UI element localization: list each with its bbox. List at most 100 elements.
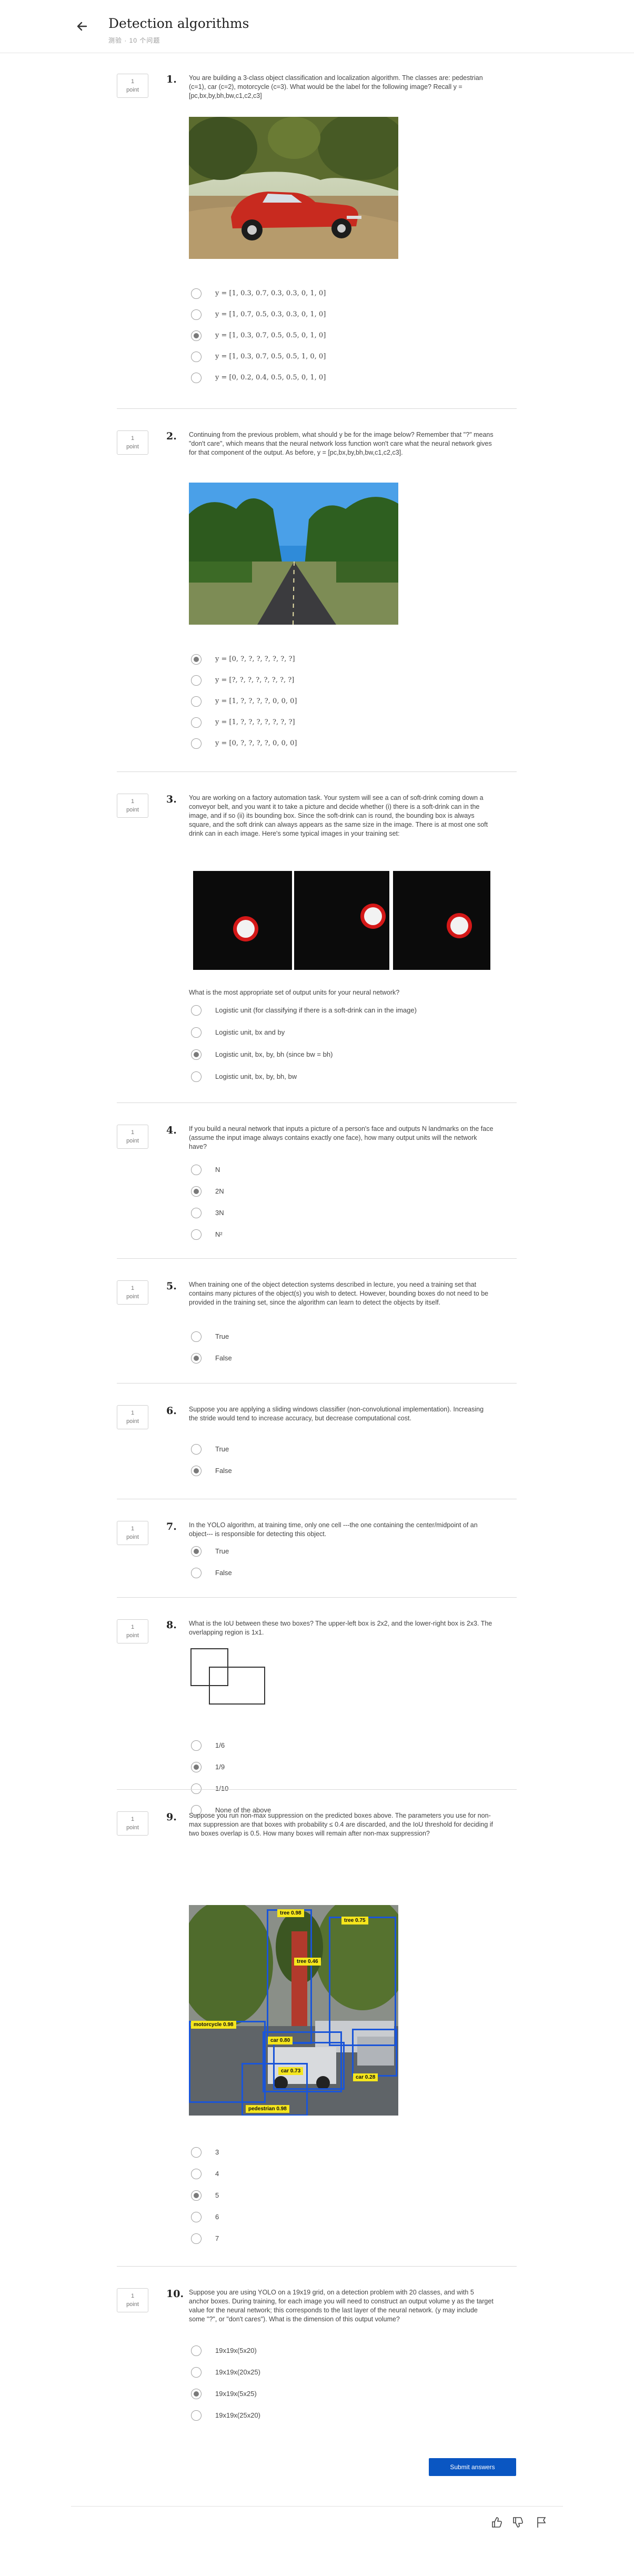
radio-button[interactable]: [191, 2212, 202, 2222]
flag-icon[interactable]: [536, 2517, 547, 2528]
radio-button[interactable]: [191, 1783, 202, 1794]
option-label: 1/10: [215, 1785, 229, 1792]
answer-option[interactable]: y = [1, ?, ?, ?, ?, 0, 0, 0]: [191, 696, 486, 709]
question-1-image: [189, 117, 398, 259]
answer-option[interactable]: Logistic unit, bx, by, bh (since bw = bh…: [191, 1049, 486, 1062]
radio-button[interactable]: [191, 1546, 202, 1557]
answer-option[interactable]: Logistic unit, bx, by, bh, bw: [191, 1071, 486, 1084]
answer-option[interactable]: 3: [191, 2147, 486, 2160]
answer-option[interactable]: False: [191, 1568, 486, 1580]
radio-button[interactable]: [191, 352, 202, 362]
question-prompt: What is the IoU between these two boxes?…: [189, 1620, 492, 1636]
answer-option[interactable]: 19x19x(5x25): [191, 2389, 486, 2401]
answer-option[interactable]: 19x19x(25x20): [191, 2410, 486, 2423]
radio-button[interactable]: [191, 738, 202, 749]
answer-option[interactable]: False: [191, 1353, 486, 1366]
option-label: y = [1, 0.3, 0.7, 0.3, 0.3, 0, 1, 0]: [215, 289, 326, 297]
answer-option[interactable]: Logistic unit, bx and by: [191, 1027, 486, 1040]
radio-button[interactable]: [191, 1466, 202, 1476]
radio-button[interactable]: [191, 1331, 202, 1342]
answer-option[interactable]: 5: [191, 2190, 486, 2203]
question-separator: [117, 1102, 517, 1103]
radio-button[interactable]: [191, 1186, 202, 1197]
option-label: y = [1, ?, ?, ?, ?, ?, ?, ?]: [215, 718, 295, 726]
option-label: 3: [215, 2148, 219, 2156]
answer-option[interactable]: y = [1, 0.3, 0.7, 0.3, 0.3, 0, 1, 0]: [191, 288, 486, 301]
radio-button[interactable]: [191, 1740, 202, 1751]
radio-button[interactable]: [191, 2169, 202, 2179]
radio-button[interactable]: [191, 1208, 202, 1218]
submit-button[interactable]: Submit answers: [429, 2458, 516, 2476]
radio-button[interactable]: [191, 1027, 202, 1038]
answer-option[interactable]: 19x19x(5x20): [191, 2346, 486, 2358]
option-label: y = [0, ?, ?, ?, ?, ?, ?, ?]: [215, 655, 295, 663]
radio-button[interactable]: [191, 373, 202, 383]
radio-button[interactable]: [191, 330, 202, 341]
answer-option[interactable]: 3N: [191, 1208, 486, 1220]
answer-option[interactable]: True: [191, 1444, 486, 1457]
answer-option[interactable]: y = [1, ?, ?, ?, ?, ?, ?, ?]: [191, 717, 486, 730]
answer-option[interactable]: 2N: [191, 1186, 486, 1199]
option-label: N: [215, 1166, 220, 1174]
radio-button[interactable]: [191, 2190, 202, 2201]
answer-option[interactable]: True: [191, 1546, 486, 1559]
answer-option[interactable]: y = [1, 0.3, 0.7, 0.5, 0.5, 0, 1, 0]: [191, 330, 486, 343]
radio-button[interactable]: [191, 1229, 202, 1240]
answer-option[interactable]: y = [0, ?, ?, ?, ?, ?, ?, ?]: [191, 654, 486, 667]
radio-button[interactable]: [191, 2367, 202, 2378]
answer-option[interactable]: 1/9: [191, 1762, 486, 1775]
radio-button[interactable]: [191, 309, 202, 320]
answer-option[interactable]: y = [0, 0.2, 0.4, 0.5, 0.5, 0, 1, 0]: [191, 373, 486, 385]
question-prompt: Suppose you run non-max suppression on t…: [189, 1812, 494, 1837]
question-separator: [117, 2266, 517, 2267]
answer-option[interactable]: 7: [191, 2233, 486, 2246]
option-label: Logistic unit, bx and by: [215, 1028, 285, 1036]
answer-option[interactable]: N: [191, 1165, 486, 1177]
answer-option[interactable]: y = [?, ?, ?, ?, ?, ?, ?, ?]: [191, 675, 486, 688]
option-label: 7: [215, 2234, 219, 2242]
answer-option[interactable]: 6: [191, 2212, 486, 2224]
answer-option[interactable]: Logistic unit (for classifying if there …: [191, 1005, 486, 1018]
answer-option[interactable]: 19x19x(20x25): [191, 2367, 486, 2380]
radio-button[interactable]: [191, 2410, 202, 2421]
radio-button[interactable]: [191, 1444, 202, 1455]
radio-button[interactable]: [191, 1005, 202, 1016]
answer-option[interactable]: True: [191, 1331, 486, 1344]
radio-button[interactable]: [191, 696, 202, 707]
top-bar: Detection algorithms 测验 · 10 个问题: [0, 0, 634, 53]
answer-option[interactable]: 1/6: [191, 1740, 486, 1753]
points-badge: 1 point: [117, 794, 148, 818]
radio-button[interactable]: [191, 2147, 202, 2158]
answer-option[interactable]: N²: [191, 1229, 486, 1242]
answer-option[interactable]: y = [0, ?, ?, ?, ?, 0, 0, 0]: [191, 738, 486, 751]
radio-button[interactable]: [191, 288, 202, 299]
points-badge: 1 point: [117, 1280, 148, 1305]
option-label: 3N: [215, 1209, 224, 1217]
radio-button[interactable]: [191, 2346, 202, 2356]
radio-button[interactable]: [191, 654, 202, 665]
radio-button[interactable]: [191, 2389, 202, 2399]
question-separator: [117, 408, 517, 409]
answer-option[interactable]: False: [191, 1466, 486, 1478]
radio-button[interactable]: [191, 1762, 202, 1772]
question-prompt: If you build a neural network that input…: [189, 1125, 494, 1150]
question-2-image: [189, 483, 398, 625]
radio-button[interactable]: [191, 1353, 202, 1364]
points-badge: 1 point: [117, 430, 148, 455]
answer-option[interactable]: y = [1, 0.3, 0.7, 0.5, 0.5, 1, 0, 0]: [191, 352, 486, 364]
option-label: False: [215, 1569, 232, 1577]
radio-button[interactable]: [191, 717, 202, 728]
radio-button[interactable]: [191, 675, 202, 686]
radio-button[interactable]: [191, 1049, 202, 1060]
back-arrow-icon[interactable]: [75, 19, 89, 34]
answer-option[interactable]: 4: [191, 2169, 486, 2181]
radio-button[interactable]: [191, 1165, 202, 1175]
radio-button[interactable]: [191, 1071, 202, 1082]
answer-option[interactable]: 1/10: [191, 1783, 486, 1796]
radio-button[interactable]: [191, 2233, 202, 2244]
thumbs-down-icon[interactable]: [512, 2517, 524, 2528]
answer-option[interactable]: y = [1, 0.7, 0.5, 0.3, 0.3, 0, 1, 0]: [191, 309, 486, 322]
thumbs-up-icon[interactable]: [491, 2517, 502, 2528]
question-separator: [117, 1258, 517, 1259]
radio-button[interactable]: [191, 1568, 202, 1578]
